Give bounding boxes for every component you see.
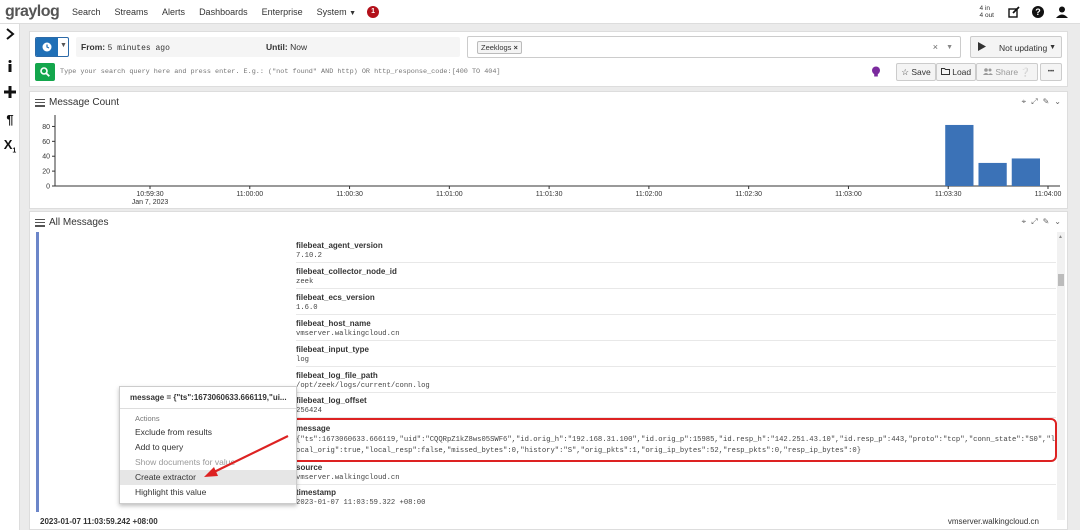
annotation-arrow (204, 435, 289, 477)
